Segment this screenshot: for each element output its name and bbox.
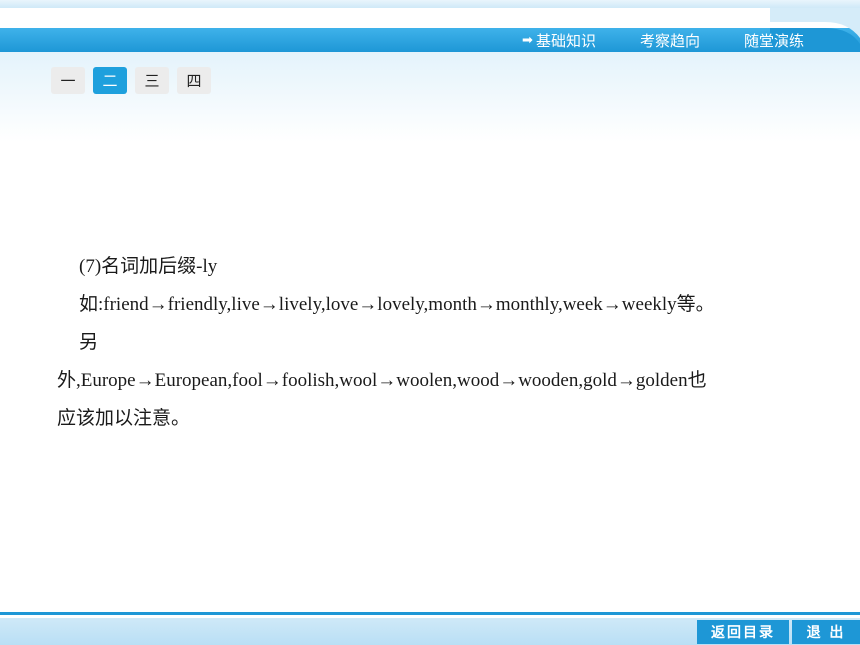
nav-basic-knowledge-label: 基础知识 xyxy=(535,31,596,50)
section-tabs: 一 二 三 四 xyxy=(51,67,211,94)
nav-links: ➡ 基础知识 考察趋向 随堂演练 xyxy=(522,28,804,52)
back-to-contents-button[interactable]: 返回目录 xyxy=(697,620,789,644)
nav-classroom-practice[interactable]: 随堂演练 xyxy=(744,30,804,51)
nav-exam-trends-label: 考察趋向 xyxy=(639,31,700,50)
tab-section-4[interactable]: 四 xyxy=(177,67,211,94)
content-line-more-examples: 外,Europe→European,fool→foolish,wool→wool… xyxy=(57,370,707,391)
tab-section-3[interactable]: 三 xyxy=(135,67,169,94)
top-strip xyxy=(0,0,860,8)
nav-classroom-practice-label: 随堂演练 xyxy=(743,31,804,50)
nav-exam-trends[interactable]: 考察趋向 xyxy=(640,30,700,51)
content-line-continuation: 另 xyxy=(79,332,99,353)
footer-divider xyxy=(0,612,860,615)
exit-button[interactable]: 退 出 xyxy=(792,620,860,644)
content-line-note: 应该加以注意。 xyxy=(57,408,191,429)
tab-section-1[interactable]: 一 xyxy=(51,67,85,94)
arrow-right-icon: ➡ xyxy=(522,32,533,48)
content-line-heading: (7)名词加后缀-ly xyxy=(79,256,218,277)
lesson-content: (7)名词加后缀-ly 如:friend→friendly,live→livel… xyxy=(57,248,802,438)
tab-section-2[interactable]: 二 xyxy=(93,67,127,94)
nav-basic-knowledge[interactable]: ➡ 基础知识 xyxy=(522,30,596,51)
content-line-examples: 如:friend→friendly,live→lively,love→lovel… xyxy=(79,294,715,315)
header-glow xyxy=(0,52,860,142)
